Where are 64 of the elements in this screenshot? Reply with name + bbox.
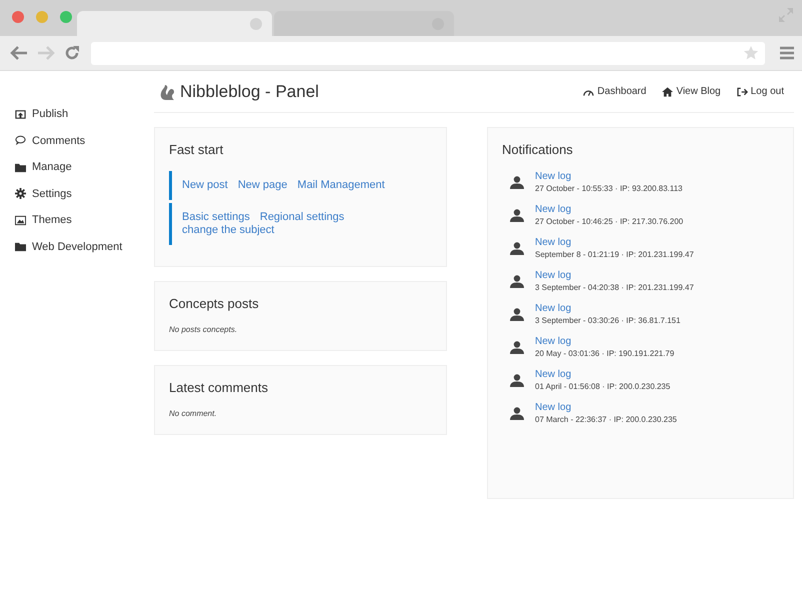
user-icon <box>510 176 524 188</box>
quick-link[interactable]: Basic settings <box>182 211 250 224</box>
nav-link[interactable]: Dashboard <box>583 86 646 97</box>
notification-link[interactable]: New log <box>535 402 677 413</box>
nav-link[interactable]: View Blog <box>662 86 721 97</box>
notification-link[interactable]: New log <box>535 204 684 215</box>
notification-detail: 27 October - 10:55:33 · IP: 93.200.83.113 <box>535 184 683 193</box>
notification-link[interactable]: New log <box>535 369 670 380</box>
card-title: Notifications <box>502 142 574 157</box>
squirrel-icon <box>160 82 176 100</box>
user-icon <box>510 274 524 288</box>
menu-icon[interactable] <box>780 46 794 60</box>
sidebar-item[interactable]: Themes <box>0 207 154 234</box>
forward-icon[interactable] <box>37 45 55 61</box>
quick-link[interactable]: New post <box>182 179 228 192</box>
user-icon <box>510 308 524 320</box>
notification-link[interactable]: New log <box>535 171 683 182</box>
notification-link[interactable]: New log <box>535 303 680 314</box>
sidebar-item[interactable]: Settings <box>0 180 154 207</box>
card-title: Fast start <box>169 142 224 157</box>
upload-icon <box>15 108 26 120</box>
folder-icon <box>15 241 26 252</box>
user-icon <box>510 242 524 254</box>
browser-tab[interactable] <box>274 11 454 36</box>
notification-detail: 07 March - 22:36:37 · IP: 200.0.230.235 <box>535 415 677 424</box>
sidebar-item[interactable]: Manage <box>0 154 154 180</box>
folder-icon <box>15 162 26 173</box>
notification-link[interactable]: New log <box>535 237 694 248</box>
empty-message: No comment. <box>169 409 218 418</box>
star-icon[interactable] <box>743 45 759 61</box>
user-icon <box>510 208 524 222</box>
notification-detail: 01 April - 01:56:08 · IP: 200.0.230.235 <box>535 382 670 391</box>
card-title: Concepts posts <box>169 296 260 311</box>
address-field[interactable] <box>91 42 765 64</box>
back-icon[interactable] <box>10 45 28 61</box>
image-icon <box>15 214 26 226</box>
card-title: Latest comments <box>169 380 269 395</box>
notification-detail: 3 September - 04:20:38 · IP: 201.231.199.47 <box>535 283 694 292</box>
page-title: Nibbleblog - Panel <box>180 82 319 102</box>
notification-link[interactable]: New log <box>535 336 674 347</box>
reload-icon[interactable] <box>64 45 80 61</box>
window-controls-icon[interactable] <box>11 10 73 24</box>
browser-tab[interactable] <box>77 11 272 36</box>
home-icon <box>662 86 674 96</box>
sidebar-item[interactable]: Web Development <box>0 234 154 260</box>
notification-detail: 27 October - 10:46:25 · IP: 217.30.76.200 <box>535 217 684 226</box>
quick-link[interactable]: Regional settings <box>260 211 344 224</box>
notification-detail: 3 September - 03:30:26 · IP: 36.81.7.151 <box>535 316 680 325</box>
user-icon <box>510 340 524 354</box>
notification-detail: 20 May - 03:01:36 · IP: 190.191.221.79 <box>535 349 674 358</box>
empty-message: No posts concepts. <box>169 325 238 334</box>
quick-link[interactable]: Mail Management <box>297 179 385 192</box>
gear-icon <box>15 188 26 200</box>
user-icon <box>510 374 524 386</box>
nav-link[interactable]: Log out <box>736 86 784 97</box>
notification-detail: September 8 - 01:21:19 · IP: 201.231.199.47 <box>535 250 694 259</box>
quick-link[interactable]: change the subject <box>182 224 274 237</box>
sidebar-item[interactable]: Publish <box>0 101 154 128</box>
quick-link[interactable]: New page <box>238 179 288 192</box>
sidebar-item[interactable]: Comments <box>0 128 154 154</box>
user-icon <box>510 406 524 420</box>
speech-bubble-icon <box>15 135 26 146</box>
notification-link[interactable]: New log <box>535 270 694 281</box>
sign-out-icon <box>736 86 748 96</box>
